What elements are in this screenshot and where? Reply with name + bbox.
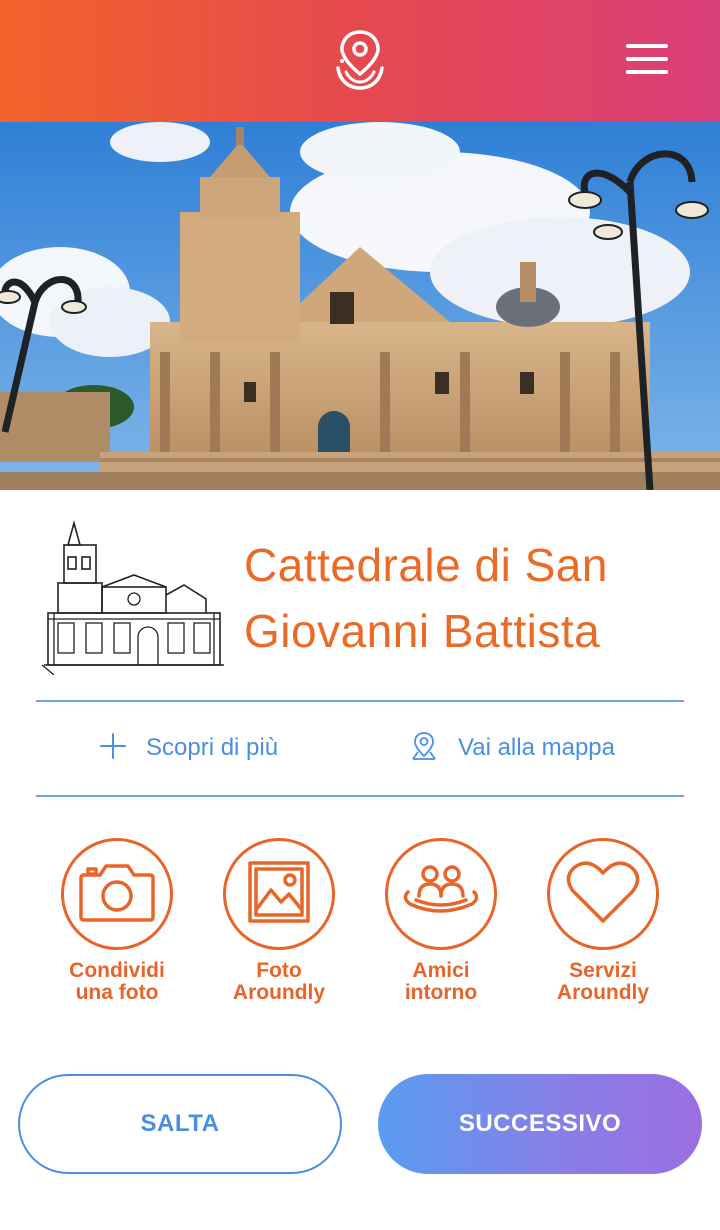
share-photo-label: Condividi una foto xyxy=(69,959,165,1004)
go-to-map-link[interactable]: Vai alla mappa xyxy=(408,728,615,768)
aroundly-services-label: Servizi Aroundly xyxy=(556,959,650,1004)
aroundly-photos-label: Foto Aroundly xyxy=(232,959,326,1004)
go-to-map-label: Vai alla mappa xyxy=(458,734,615,761)
map-pin-icon xyxy=(408,730,440,767)
place-title: Cattedrale di San Giovanni Battista xyxy=(244,539,608,657)
aroundly-photos-button[interactable]: Foto Aroundly xyxy=(204,838,354,1004)
skip-button[interactable]: SALTA xyxy=(18,1074,342,1174)
app-header xyxy=(0,0,720,122)
location-pin-logo-icon[interactable] xyxy=(330,28,390,92)
hamburger-menu-icon[interactable] xyxy=(622,40,672,80)
share-photo-button[interactable]: Condividi una foto xyxy=(42,838,192,1004)
discover-more-label: Scopri di più xyxy=(146,734,279,761)
divider xyxy=(36,795,684,797)
aroundly-services-button[interactable]: Servizi Aroundly xyxy=(528,838,678,1004)
heart-icon xyxy=(565,859,641,930)
divider xyxy=(36,700,684,702)
friends-icon xyxy=(400,862,482,927)
next-button[interactable]: SUCCESSIVO xyxy=(378,1074,702,1174)
image-icon xyxy=(247,860,311,929)
discover-more-link[interactable]: Scopri di più xyxy=(98,728,278,768)
friends-nearby-button[interactable]: Amici intorno xyxy=(366,838,516,1004)
hero-photo xyxy=(0,122,720,490)
friends-nearby-label: Amici intorno xyxy=(404,959,478,1004)
plus-icon xyxy=(98,731,128,766)
cathedral-sketch-icon xyxy=(34,515,234,676)
camera-icon xyxy=(78,861,156,928)
